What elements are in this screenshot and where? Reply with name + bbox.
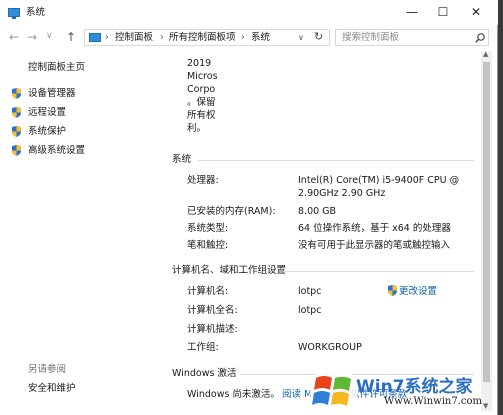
up-arrow-icon[interactable]: ↑ [66, 30, 76, 44]
breadcrumb-separator: › [105, 32, 109, 43]
section-divider [283, 271, 474, 272]
control-panel-home-link[interactable]: 控制面板主页 [28, 62, 85, 74]
change-settings-link[interactable]: 更改设置 [399, 286, 437, 298]
maximize-button[interactable]: ☐ [431, 4, 455, 20]
pen-touch-label: 笔和触控: [187, 240, 229, 251]
shield-icon [12, 126, 21, 137]
computer-name-section-heading: 计算机名、域和工作组设置 [172, 265, 287, 276]
system-window-icon [8, 8, 20, 19]
pen-touch-value: 没有可用于此显示器的笔或触控输入 [298, 240, 451, 251]
workgroup-value: WORKGROUP [298, 342, 362, 353]
title-bar[interactable]: 系统 — ☐ ✕ [0, 0, 498, 25]
full-computer-name-value: lotpc [298, 305, 322, 316]
breadcrumb-separator: › [241, 32, 245, 43]
copyright-line: 。保留 [187, 97, 216, 108]
search-input[interactable]: 搜索控制面板 [335, 29, 489, 46]
shield-icon [388, 285, 397, 296]
processor-value: Intel(R) Core(TM) i5-9400F CPU @ [298, 175, 460, 186]
processor-label: 处理器: [187, 175, 219, 186]
address-dropdown-chevron-icon[interactable]: ∨ [298, 32, 304, 44]
copyright-line: Micros [187, 71, 218, 82]
shield-icon [12, 107, 21, 118]
search-icon[interactable] [475, 33, 485, 43]
system-type-label: 系统类型: [187, 223, 229, 234]
computer-description-label: 计算机描述: [187, 324, 238, 335]
sidebar-item-system-protection[interactable]: 系统保护 [28, 126, 66, 138]
watermark-brand: Win7系统之家 [356, 377, 473, 397]
computer-name-label: 计算机名: [187, 286, 229, 297]
back-arrow-icon[interactable]: ← [9, 30, 19, 44]
copyright-line: Corpo [187, 84, 216, 95]
section-divider [198, 160, 474, 161]
shield-icon [12, 145, 21, 156]
refresh-icon[interactable]: ↻ [314, 31, 323, 43]
security-maintenance-link[interactable]: 安全和维护 [28, 383, 76, 395]
processor-speed-value: 2.90GHz 2.90 GHz [298, 188, 386, 199]
breadcrumb-separator: › [160, 32, 164, 43]
sidebar-item-advanced-settings[interactable]: 高级系统设置 [28, 145, 85, 157]
close-button[interactable]: ✕ [464, 4, 488, 20]
ram-value: 8.00 GB [298, 206, 337, 217]
window-title: 系统 [26, 7, 46, 18]
watermark-url: Www.Winwin7.com [384, 396, 482, 407]
copyright-line: 2019 [187, 58, 212, 69]
breadcrumb-all-items[interactable]: 所有控制面板项 [169, 32, 236, 44]
system-type-value: 64 位操作系统，基于 x64 的处理器 [298, 223, 451, 234]
see-also-heading: 另请参阅 [28, 364, 67, 375]
computer-name-value: lotpc [298, 286, 322, 297]
forward-arrow-icon[interactable]: → [27, 30, 37, 44]
desktop-background-strip [498, 0, 503, 415]
copyright-line: 所有权 [187, 110, 216, 121]
recent-locations-chevron-icon[interactable]: ∨ [46, 31, 53, 41]
workgroup-label: 工作组: [187, 342, 219, 353]
scroll-up-chevron-icon[interactable]: ▲ [483, 50, 488, 58]
breadcrumb-system[interactable]: 系统 [251, 32, 270, 44]
shield-icon [12, 88, 21, 99]
scrollbar-thumb[interactable] [483, 62, 490, 382]
activation-status: Windows 尚未激活。 [187, 389, 280, 400]
address-bar[interactable]: › 控制面板 › 所有控制面板项 › 系统 ∨ ↻ [84, 29, 330, 46]
copyright-line: 利。 [187, 123, 207, 134]
system-section-heading: 系统 [172, 154, 192, 165]
activation-section-heading: Windows 激活 [172, 368, 237, 379]
search-placeholder: 搜索控制面板 [342, 32, 400, 43]
sidebar-item-remote-settings[interactable]: 远程设置 [28, 107, 66, 119]
control-panel-icon [89, 33, 101, 42]
scroll-down-chevron-icon[interactable]: ▼ [483, 402, 488, 410]
breadcrumb-control-panel[interactable]: 控制面板 [115, 32, 153, 44]
minimize-button[interactable]: — [400, 4, 424, 20]
full-computer-name-label: 计算机全名: [187, 305, 238, 316]
ram-label: 已安装的内存(RAM): [187, 206, 276, 217]
sidebar-item-device-manager[interactable]: 设备管理器 [28, 88, 76, 100]
